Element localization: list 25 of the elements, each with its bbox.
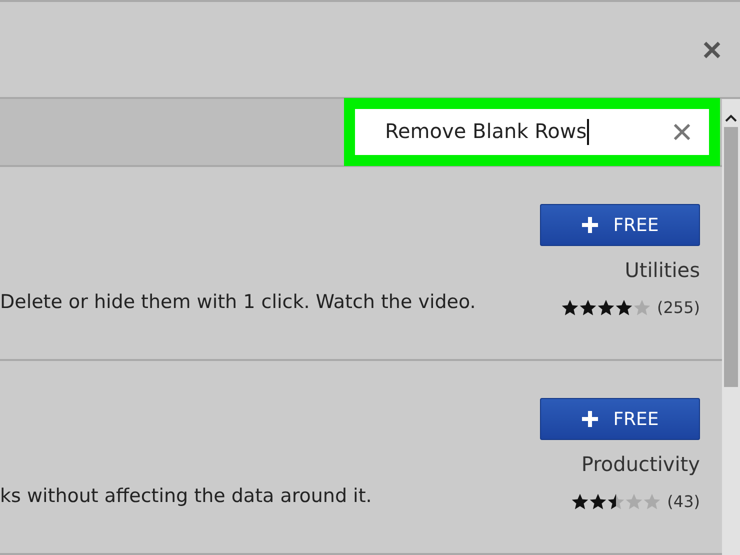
extension-description: ks without affecting the data around it. [0,485,372,507]
star-icon [589,492,608,510]
add-free-button[interactable]: FREE [540,398,700,440]
extension-description: Delete or hide them with 1 click. Watch the video. [0,291,476,313]
plus-icon [581,410,600,428]
close-icon[interactable] [702,40,722,60]
star-icon [596,298,615,316]
star-icon [571,492,590,510]
category-label: Utilities [624,258,700,282]
rating-count: (255) [656,298,700,317]
star-icon [643,492,662,510]
star-icon [614,298,633,316]
rating-count: (43) [667,492,700,511]
star-icon [560,298,579,316]
star-icon [632,298,651,316]
star-icon [625,492,644,510]
clear-icon[interactable] [673,123,691,141]
plus-icon [581,216,600,234]
search-field[interactable]: Remove Blank Rows [344,98,720,166]
scrollbar[interactable] [722,99,740,555]
scroll-up-icon [725,113,737,123]
category-label: Productivity [581,452,700,476]
star-icon [607,492,626,510]
add-free-button[interactable]: FREE [540,204,700,246]
star-icon [578,298,597,316]
